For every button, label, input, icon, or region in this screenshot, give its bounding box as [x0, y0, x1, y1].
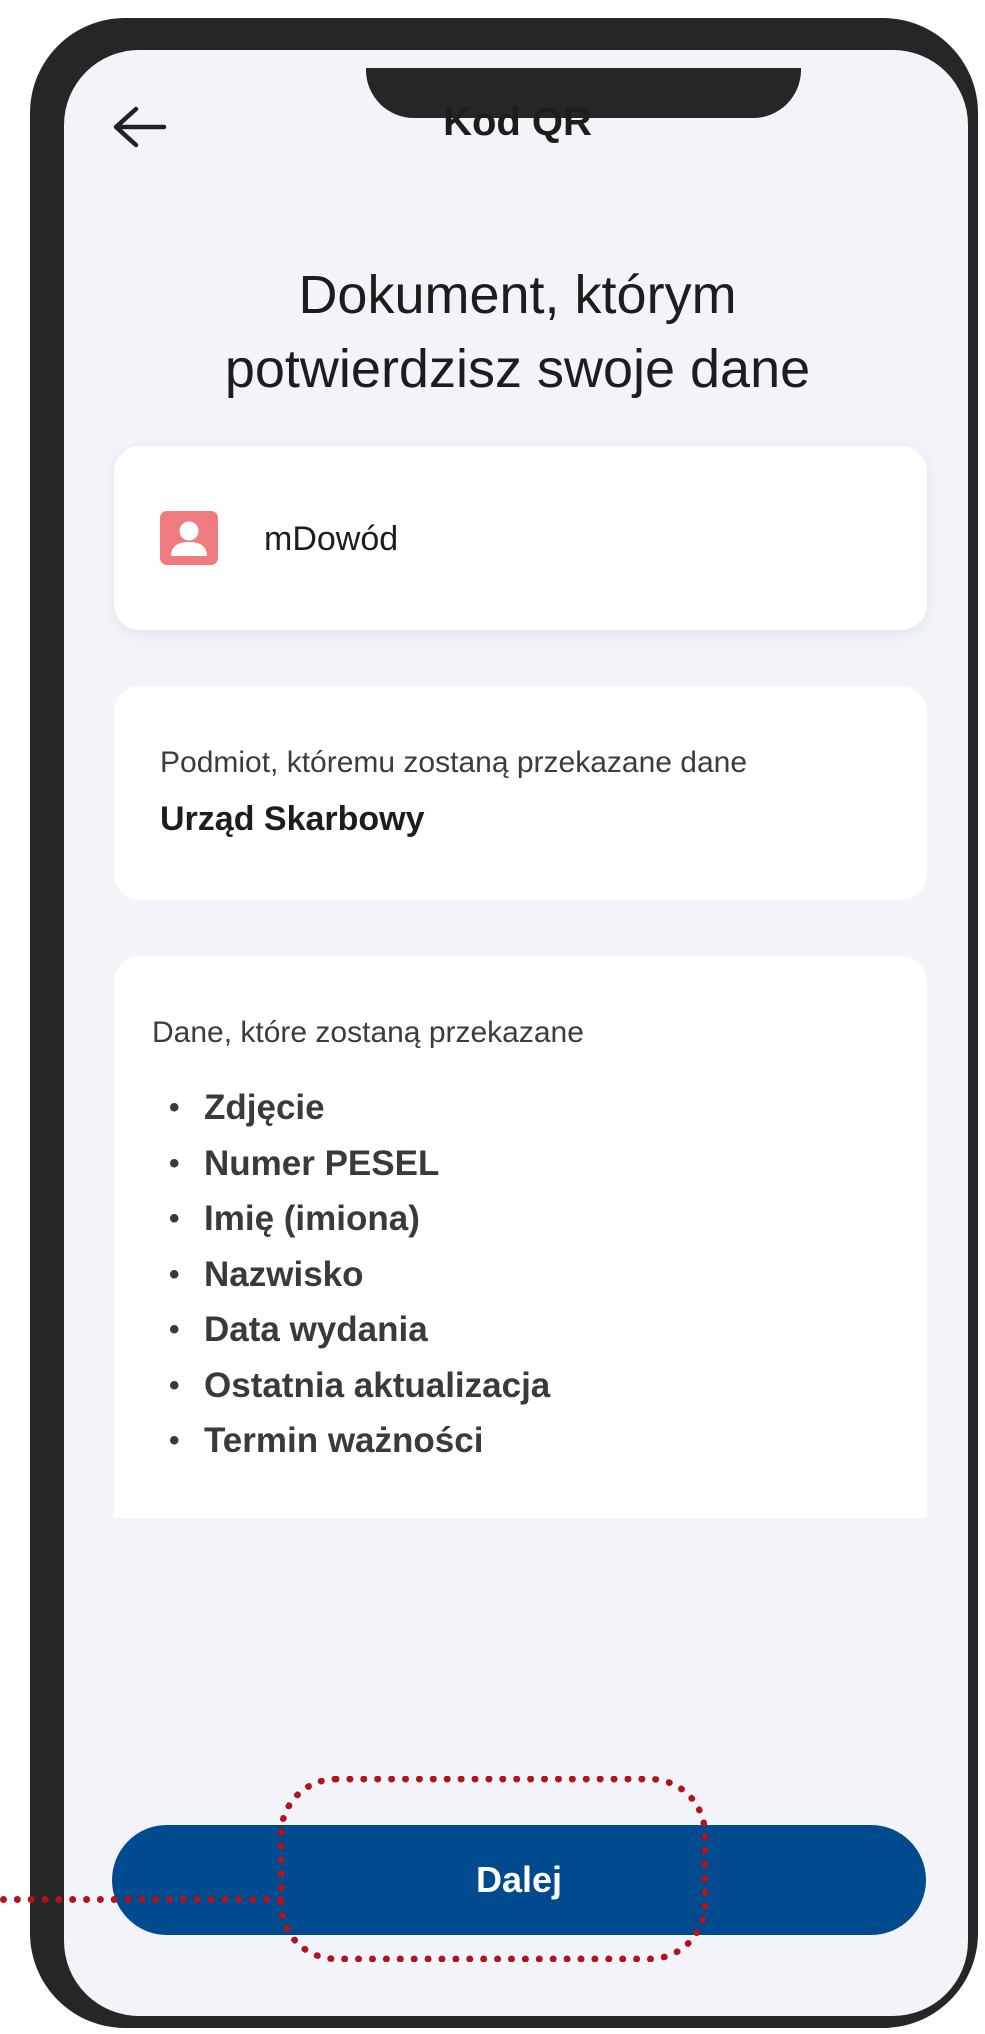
list-item: Zdjęcie — [169, 1080, 550, 1136]
list-item: Nazwisko — [169, 1247, 550, 1303]
person-id-icon — [160, 511, 218, 565]
arrow-left-icon — [113, 106, 167, 148]
entity-caption: Podmiot, któremu zostaną przekazane dane — [160, 746, 748, 779]
list-item: Termin ważności — [169, 1413, 550, 1469]
list-item: Ostatnia aktualizacja — [169, 1358, 550, 1414]
heading-line-2: potwierdzisz swoje dane — [224, 339, 811, 399]
heading-line-1: Dokument, którym — [298, 265, 737, 325]
document-heading: Dokument, którym potwierdzisz swoje dane — [150, 258, 885, 406]
list-item: Imię (imiona) — [169, 1191, 550, 1247]
document-label: mDowód — [264, 520, 399, 558]
page-title: Kod QR — [443, 100, 592, 144]
back-button[interactable] — [110, 103, 168, 151]
data-card: Dane, które zostaną przekazane Zdjęcie N… — [114, 956, 927, 1518]
document-card[interactable]: mDowód — [114, 446, 927, 630]
data-list: Zdjęcie Numer PESEL Imię (imiona) Nazwis… — [169, 1080, 550, 1469]
next-button[interactable]: Dalej — [112, 1825, 926, 1935]
list-item: Data wydania — [169, 1302, 550, 1358]
entity-card: Podmiot, któremu zostaną przekazane dane… — [114, 686, 927, 900]
entity-name: Urząd Skarbowy — [160, 800, 425, 838]
list-item: Numer PESEL — [169, 1136, 550, 1192]
data-caption: Dane, które zostaną przekazane — [152, 1016, 584, 1049]
